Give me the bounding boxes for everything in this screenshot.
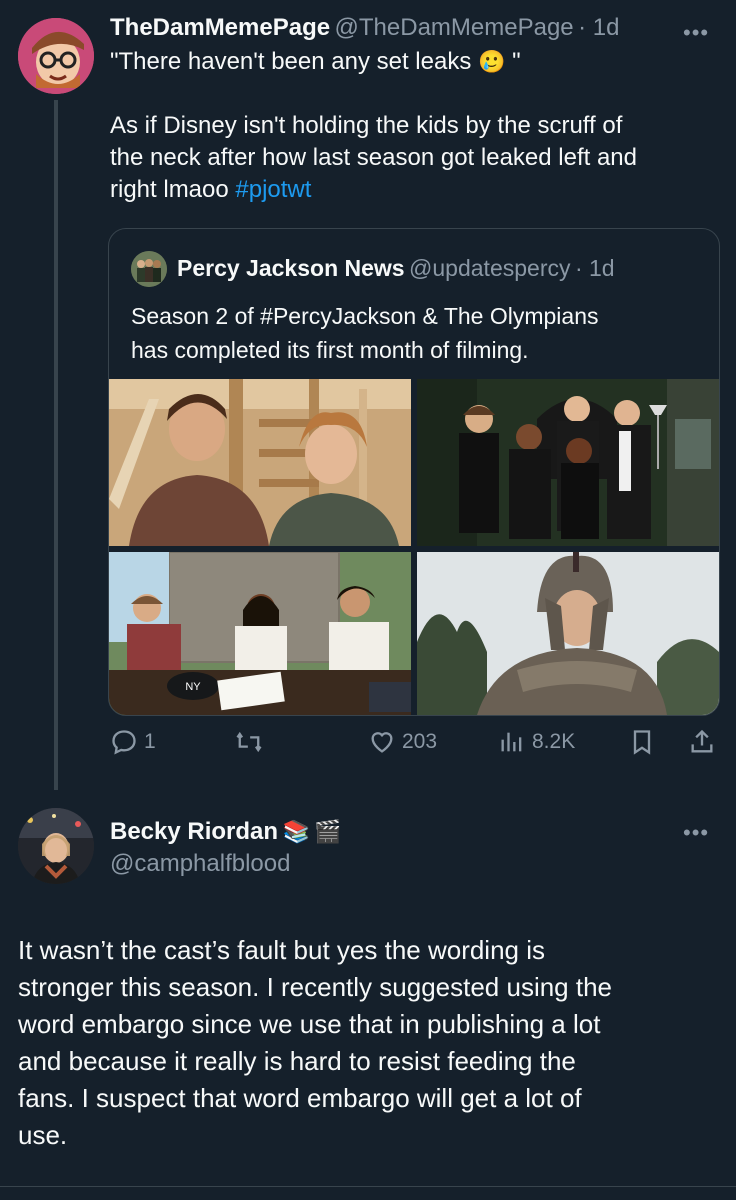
quoted-tweet-card[interactable]: Percy Jackson News @updatespercy · 1d Se… bbox=[108, 228, 720, 716]
tweet-text-line: the neck after how last season got leake… bbox=[110, 144, 638, 171]
like-button[interactable]: 203 bbox=[368, 728, 437, 756]
media-photo-1[interactable] bbox=[109, 379, 411, 546]
author-name[interactable]: TheDamMemePage bbox=[110, 14, 330, 41]
tweet-text-line: "There haven't been any set leaks 🥲 " bbox=[110, 46, 720, 78]
group-photo-avatar-icon bbox=[131, 251, 167, 287]
hashtag-link[interactable]: #pjotwt bbox=[235, 176, 311, 203]
thread-connector-line bbox=[54, 100, 58, 790]
author-name[interactable]: Becky Riordan bbox=[110, 818, 278, 845]
tweet-text-fragment: right lmaoo bbox=[110, 176, 236, 203]
tweet-text-line: use. bbox=[18, 1120, 68, 1150]
heart-icon bbox=[371, 732, 393, 753]
tweet-text-line: stronger this season. I recently suggest… bbox=[18, 972, 613, 1002]
avatar-thedammemepage[interactable] bbox=[18, 18, 94, 94]
tear-smile-emoji: 🥲 bbox=[478, 49, 506, 74]
tweet-1[interactable]: TheDamMemePage @TheDamMemePage · 1d ••• … bbox=[0, 0, 736, 790]
quoted-avatar[interactable] bbox=[131, 251, 167, 287]
like-count: 203 bbox=[402, 730, 438, 753]
tweet-text-line: and because it really is hard to resist … bbox=[18, 1046, 576, 1076]
quoted-text: Season 2 of #PercyJackson & The Olympian… bbox=[131, 299, 598, 367]
quoted-header: Percy Jackson News @updatespercy · 1d bbox=[177, 255, 615, 282]
tweet-action-bar: 1 203 8.2K bbox=[110, 728, 720, 764]
quote-close: " bbox=[512, 48, 521, 75]
cast-photo-image bbox=[109, 379, 411, 546]
quote-text: "There haven't been any set leaks bbox=[110, 48, 472, 75]
share-icon bbox=[691, 729, 713, 753]
media-photo-2[interactable] bbox=[417, 379, 719, 546]
table-signing-photo-image: NY bbox=[109, 552, 411, 715]
media-photo-3[interactable]: NY bbox=[109, 552, 411, 715]
bookmark-icon bbox=[633, 730, 651, 755]
tweet-text-line: As if Disney isn't holding the kids by t… bbox=[110, 112, 623, 139]
quoted-text-line: Season 2 of #PercyJackson & The Olympian… bbox=[131, 303, 599, 329]
tweet-text: It wasn’t the cast’s fault but yes the w… bbox=[18, 932, 723, 1154]
tweet-text-line: right lmaoo #pjotwt bbox=[110, 174, 720, 206]
photo-grid: NY bbox=[109, 379, 719, 715]
quoted-author-name[interactable]: Percy Jackson News bbox=[177, 255, 405, 281]
tweet-header: TheDamMemePage @TheDamMemePage · 1d bbox=[110, 14, 619, 42]
clapper-board-emoji: 🎬 bbox=[314, 819, 342, 844]
group-photo-image bbox=[417, 379, 719, 546]
tweet-text-line: It wasn’t the cast’s fault but yes the w… bbox=[18, 935, 546, 965]
tweet-time[interactable]: · 1d bbox=[578, 14, 619, 41]
retweet-button[interactable] bbox=[234, 728, 270, 756]
tweet-text: "There haven't been any set leaks 🥲 " As… bbox=[110, 46, 720, 206]
quoted-author-handle[interactable]: @updatespercy bbox=[409, 255, 570, 281]
author-handle[interactable]: @camphalfblood bbox=[110, 850, 290, 878]
profile-photo-icon bbox=[18, 808, 94, 884]
avatar-becky-riordan[interactable] bbox=[18, 808, 94, 884]
cartoon-avatar-icon bbox=[18, 18, 94, 94]
retweet-icon bbox=[236, 731, 262, 753]
tweet-2[interactable]: Becky Riordan 📚 🎬 @camphalfblood ••• It … bbox=[0, 790, 736, 1200]
share-button[interactable] bbox=[688, 728, 722, 756]
helmet-actor-photo-image bbox=[417, 552, 719, 715]
reply-button[interactable]: 1 bbox=[110, 728, 156, 756]
media-photo-4[interactable] bbox=[417, 552, 719, 715]
quoted-time[interactable]: · 1d bbox=[575, 255, 615, 281]
author-handle[interactable]: @TheDamMemePage bbox=[335, 14, 574, 41]
tweet-text-line: word embargo since we use that in publis… bbox=[18, 1009, 601, 1039]
tweet-header: Becky Riordan 📚 🎬 bbox=[110, 818, 342, 846]
reply-icon bbox=[112, 730, 136, 755]
cap-logo: NY bbox=[185, 681, 201, 693]
books-emoji: 📚 bbox=[282, 819, 310, 844]
quoted-text-line: has completed its first month of filming… bbox=[131, 337, 529, 363]
views-chart-icon bbox=[501, 732, 522, 752]
views-button[interactable]: 8.2K bbox=[498, 728, 575, 756]
bottom-divider bbox=[0, 1186, 736, 1187]
bookmark-button[interactable] bbox=[628, 728, 662, 756]
tweet-text-line: fans. I suspect that word embargo will g… bbox=[18, 1083, 582, 1113]
more-options-button[interactable]: ••• bbox=[683, 20, 709, 46]
view-count: 8.2K bbox=[532, 730, 576, 753]
reply-count: 1 bbox=[144, 730, 156, 753]
more-options-button[interactable]: ••• bbox=[683, 820, 709, 846]
